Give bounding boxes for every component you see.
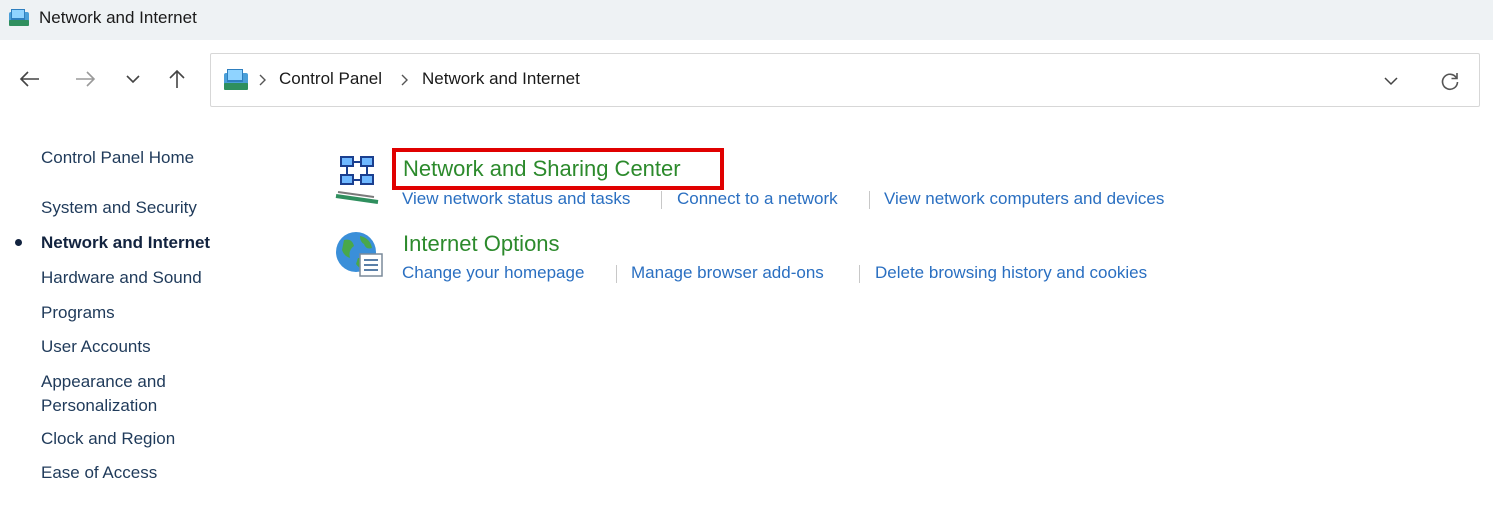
breadcrumb-network-and-internet[interactable]: Network and Internet xyxy=(422,69,580,89)
refresh-button[interactable] xyxy=(1437,68,1463,94)
up-button[interactable] xyxy=(162,64,192,94)
arrow-left-icon xyxy=(19,71,39,87)
link-separator xyxy=(859,265,860,283)
address-bar[interactable]: Control Panel Network and Internet xyxy=(210,53,1480,107)
view-network-status-link[interactable]: View network status and tasks xyxy=(402,188,630,210)
link-separator xyxy=(661,191,662,209)
link-separator xyxy=(616,265,617,283)
view-network-computers-link[interactable]: View network computers and devices xyxy=(884,188,1164,210)
change-homepage-link[interactable]: Change your homepage xyxy=(402,262,584,284)
sidebar-item-network-and-internet: Network and Internet xyxy=(41,233,211,252)
sidebar-item-programs[interactable]: Programs xyxy=(41,301,115,325)
forward-button[interactable] xyxy=(70,64,100,94)
sidebar-item-hardware-and-sound[interactable]: Hardware and Sound xyxy=(41,266,202,290)
sidebar-item-clock-and-region[interactable]: Clock and Region xyxy=(41,427,175,451)
sidebar-item-control-panel-home[interactable]: Control Panel Home xyxy=(41,146,194,170)
network-folder-icon xyxy=(9,9,29,26)
network-folder-icon xyxy=(224,69,248,90)
delete-browsing-history-link[interactable]: Delete browsing history and cookies xyxy=(875,262,1147,284)
breadcrumb-control-panel[interactable]: Control Panel xyxy=(279,69,382,89)
sidebar-item-appearance-and-personalization-line2[interactable]: Personalization xyxy=(41,394,157,418)
breadcrumb-separator-icon xyxy=(259,74,266,86)
sidebar-item-user-accounts[interactable]: User Accounts xyxy=(41,335,151,359)
refresh-icon xyxy=(1441,73,1459,91)
chevron-down-icon xyxy=(1384,77,1398,86)
network-sharing-icon xyxy=(335,156,379,204)
recent-locations-button[interactable] xyxy=(118,64,148,94)
address-history-dropdown[interactable] xyxy=(1379,69,1403,93)
network-and-sharing-center-link[interactable]: Network and Sharing Center xyxy=(403,155,681,183)
sidebar-item-appearance-and-personalization[interactable]: Appearance and xyxy=(41,370,166,394)
back-button[interactable] xyxy=(15,64,45,94)
sidebar-item-ease-of-access[interactable]: Ease of Access xyxy=(41,461,157,485)
connect-to-network-link[interactable]: Connect to a network xyxy=(677,188,838,210)
window-title: Network and Internet xyxy=(39,8,197,27)
arrow-up-icon xyxy=(169,69,185,88)
manage-browser-addons-link[interactable]: Manage browser add-ons xyxy=(631,262,824,284)
chevron-down-icon xyxy=(126,75,140,84)
arrow-right-icon xyxy=(76,71,96,87)
title-bar: Network and Internet xyxy=(0,0,1493,40)
active-bullet xyxy=(15,239,22,246)
sidebar-item-system-and-security[interactable]: System and Security xyxy=(41,196,197,220)
breadcrumb-separator-icon xyxy=(401,74,408,86)
internet-options-link[interactable]: Internet Options xyxy=(403,230,560,258)
internet-options-globe-icon xyxy=(336,232,383,277)
link-separator xyxy=(869,191,870,209)
